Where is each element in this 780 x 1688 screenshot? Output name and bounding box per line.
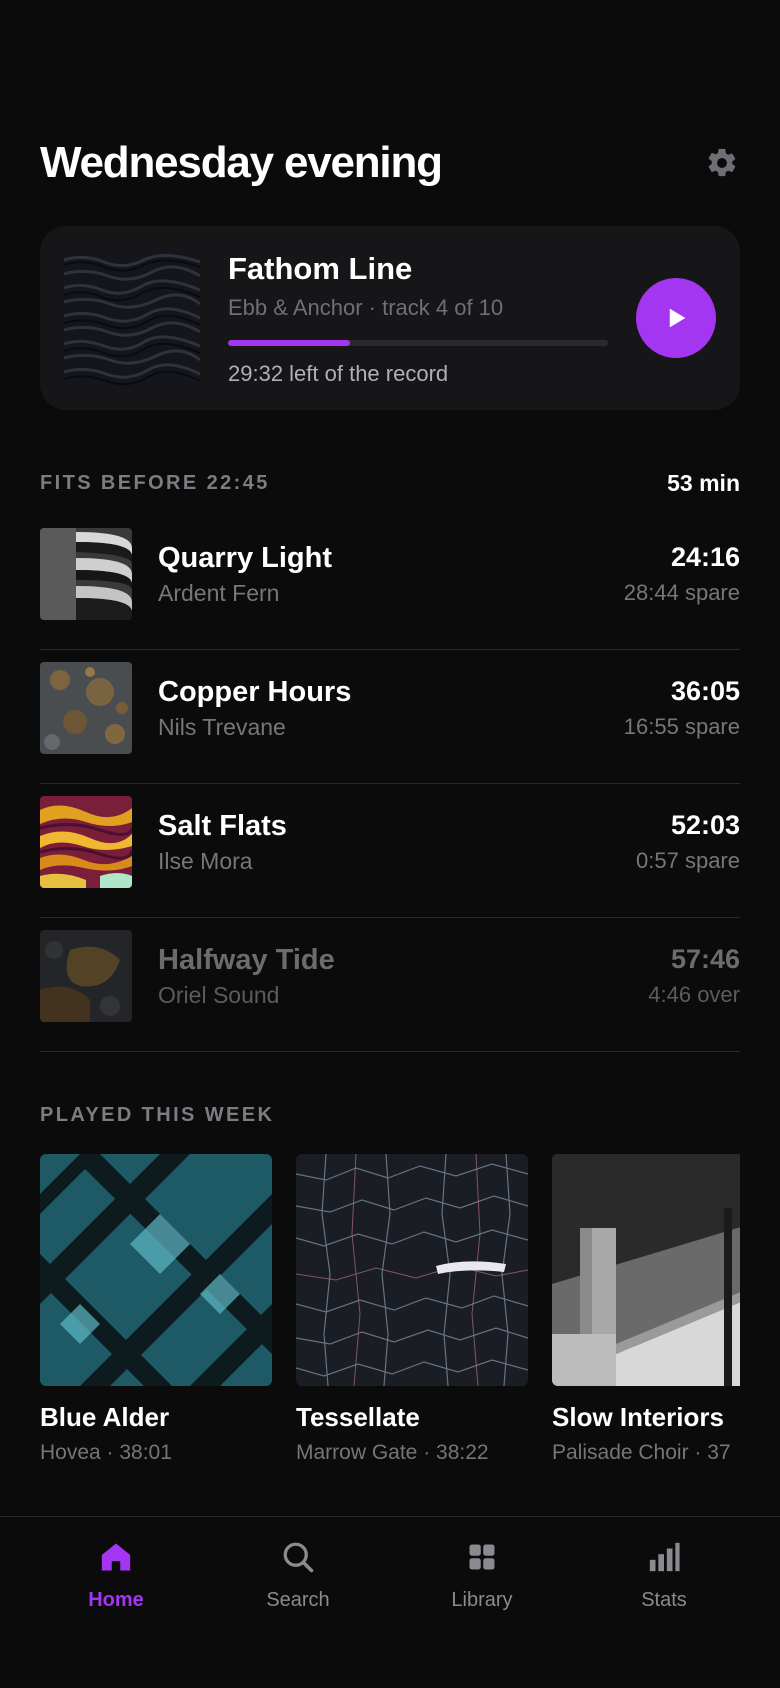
album-title: Salt Flats [158, 810, 287, 842]
play-icon [669, 308, 686, 328]
album-duration: 24:16 [670, 542, 740, 572]
gear-icon[interactable] [704, 145, 740, 181]
album-cover-art [552, 1154, 740, 1386]
spare-time: 0:57 spare [636, 848, 740, 873]
album-title: Tessellate [296, 1402, 420, 1432]
album-artist: Ilse Mora [158, 848, 253, 874]
album-cover-art [40, 930, 132, 1022]
tab-label: Search [266, 1589, 330, 1611]
time-left-label: 29:32 left of the record [228, 361, 449, 386]
album-duration: 36:05 [670, 676, 740, 706]
tab-search[interactable]: Search [228, 1539, 368, 1629]
list-item[interactable]: Copper Hours Nils Trevane 36:05 16:55 sp… [40, 650, 740, 784]
album-cover-art [40, 1154, 272, 1386]
playback-progress-fill [228, 340, 350, 346]
now-playing-card[interactable]: Fathom Line Ebb & Anchor · track 4 of 10… [40, 226, 740, 410]
album-title: Halfway Tide [158, 944, 335, 976]
album-subtitle: Hovea · 38:01 [40, 1441, 172, 1464]
album-card[interactable]: Blue Alder Hovea · 38:01 [40, 1154, 272, 1465]
now-playing-cover-art [64, 250, 200, 386]
list-item[interactable]: Salt Flats Ilse Mora 52:03 0:57 spare [40, 784, 740, 918]
fits-section-label: FITS BEFORE 22:45 [40, 472, 270, 494]
played-section-label: PLAYED THIS WEEK [40, 1104, 275, 1126]
played-section-header: PLAYED THIS WEEK [40, 1104, 740, 1127]
album-duration: 57:46 [670, 944, 740, 974]
album-artist: Oriel Sound [158, 982, 280, 1008]
fits-total-time: 53 min [667, 470, 740, 496]
spare-time: 16:55 spare [623, 714, 740, 739]
tab-bar: Home Search Library Stats [0, 1516, 780, 1688]
search-icon [280, 1539, 316, 1575]
album-cover-art [40, 796, 132, 888]
now-playing-subtitle: Ebb & Anchor · track 4 of 10 [228, 295, 504, 320]
bar-chart-icon [646, 1539, 682, 1575]
album-duration: 52:03 [670, 810, 740, 840]
over-time: 4:46 over [648, 982, 740, 1007]
tab-stats[interactable]: Stats [594, 1539, 734, 1629]
album-cover-art [40, 528, 132, 620]
fits-list: Quarry Light Ardent Fern 24:16 28:44 spa… [40, 516, 740, 1052]
list-item[interactable]: Halfway Tide Oriel Sound 57:46 4:46 over [40, 918, 740, 1052]
now-playing-title: Fathom Line [228, 251, 413, 286]
album-artist: Nils Trevane [158, 714, 286, 740]
playback-progress-bar[interactable] [228, 340, 608, 346]
tab-label: Library [451, 1589, 513, 1611]
album-artist: Ardent Fern [158, 580, 280, 606]
tab-library[interactable]: Library [412, 1539, 552, 1629]
album-card[interactable]: Slow Interiors Palisade Choir · 37 [552, 1154, 740, 1465]
album-cover-art [40, 662, 132, 754]
play-button[interactable] [636, 278, 716, 358]
album-title: Slow Interiors [552, 1402, 724, 1432]
album-card[interactable]: Tessellate Marrow Gate · 38:22 [296, 1154, 528, 1465]
home-icon [98, 1539, 134, 1575]
tab-label: Home [88, 1589, 144, 1611]
now-playing-info: Fathom Line Ebb & Anchor · track 4 of 10… [228, 250, 608, 388]
tab-label: Stats [641, 1589, 687, 1611]
spare-time: 28:44 spare [623, 580, 740, 605]
album-subtitle: Marrow Gate · 38:22 [296, 1441, 489, 1464]
list-item[interactable]: Quarry Light Ardent Fern 24:16 28:44 spa… [40, 516, 740, 650]
played-carousel[interactable]: Blue Alder Hovea · 38:01 Tessellate Marr… [40, 1154, 740, 1474]
album-cover-art [296, 1154, 528, 1386]
fits-section-header: FITS BEFORE 22:45 53 min [40, 470, 740, 497]
album-title: Blue Alder [40, 1402, 170, 1432]
album-title: Quarry Light [158, 542, 333, 574]
grid-icon [464, 1539, 500, 1575]
header: Wednesday evening [40, 138, 740, 188]
album-subtitle: Palisade Choir · 37 [552, 1441, 731, 1464]
page-title: Wednesday evening [40, 138, 443, 187]
album-title: Copper Hours [158, 676, 352, 708]
tab-home[interactable]: Home [46, 1539, 186, 1629]
